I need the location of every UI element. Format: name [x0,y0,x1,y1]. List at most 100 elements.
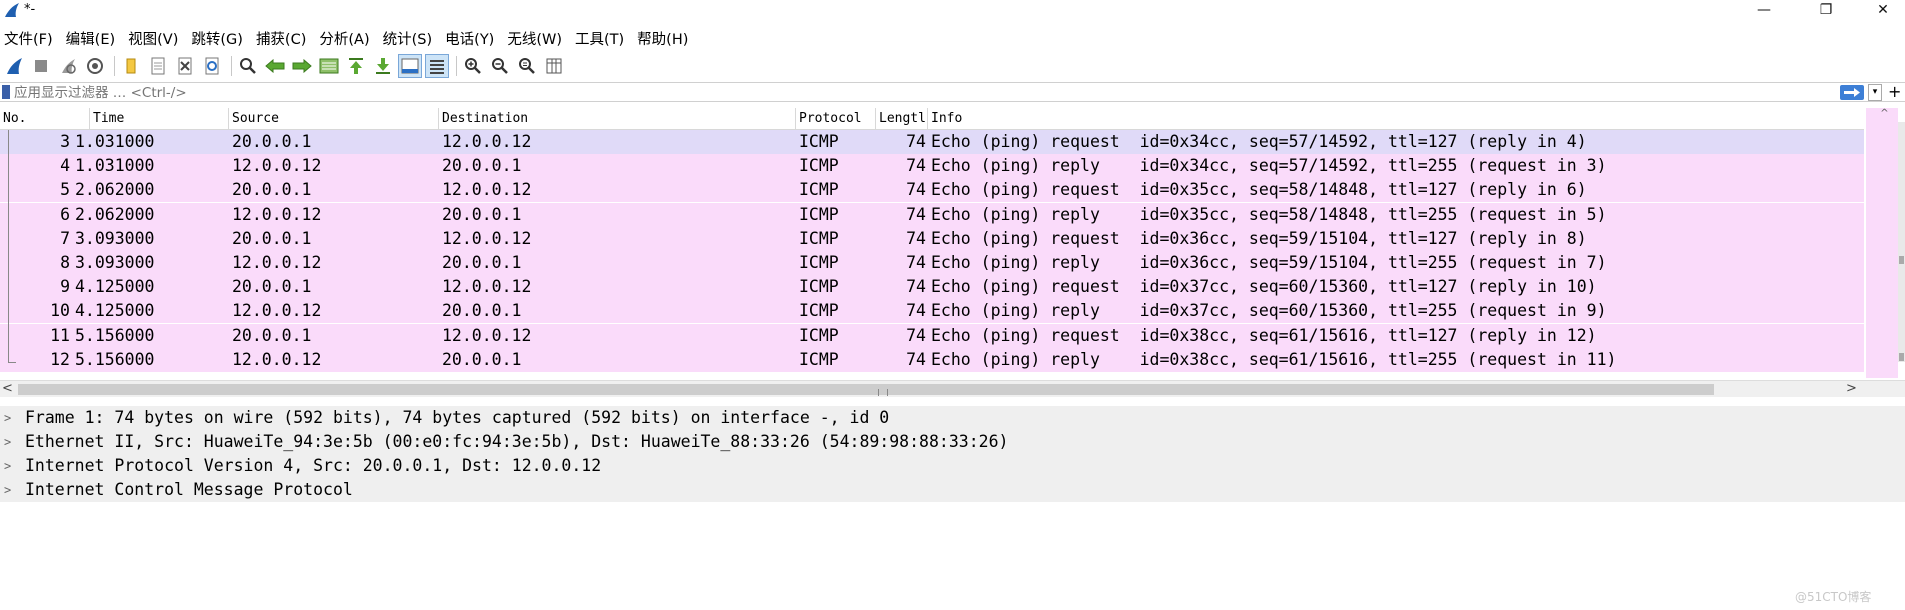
cell-source: 20.0.0.1 [232,277,312,297]
filter-history-dropdown[interactable]: ▾ [1868,84,1882,101]
packet-list-header: No. Time Source Destination Protocol Len… [0,108,1864,130]
zoom-out-button[interactable] [488,54,512,78]
go-last-button[interactable] [371,54,395,78]
colorize-button[interactable] [425,53,449,78]
minimize-button[interactable]: — [1741,0,1787,22]
go-first-button[interactable] [344,54,368,78]
column-header-info[interactable]: Info [928,108,1864,130]
scroll-left-arrow-icon[interactable]: < [2,381,13,396]
detail-row-ipv4[interactable]: > Internet Protocol Version 4, Src: 20.0… [0,454,1905,478]
open-file-icon [126,58,136,73]
menu-wireless[interactable]: 无线(W) [507,28,562,49]
menu-capture[interactable]: 捕获(C) [256,28,306,49]
add-filter-button[interactable]: + [1888,82,1901,101]
go-back-button[interactable] [263,54,287,78]
column-header-protocol[interactable]: Protocol [796,108,876,130]
packet-row[interactable]: 5 2.062000 20.0.0.1 12.0.0.12 ICMP 74 Echo (pi… [0,178,1864,203]
packet-row[interactable]: 8 3.093000 12.0.0.12 20.0.0.1 ICMP 74 Echo (pi… [0,251,1864,275]
column-header-time[interactable]: Time [90,108,229,130]
open-file-button[interactable] [119,54,143,78]
column-header-destination[interactable]: Destination [439,108,796,130]
menu-edit[interactable]: 编辑(E) [66,28,115,49]
cell-no: 10 [50,301,70,321]
horizontal-scroll-thumb[interactable] [18,384,1714,396]
cell-info: Echo (ping) reply id=0x37cc, seq=60/1536… [931,301,1607,321]
cell-no: 11 [50,325,70,345]
scroll-marker [1899,353,1904,361]
zoom-normal-button[interactable] [515,54,539,78]
cell-time: 4.125000 [75,277,155,297]
cell-source: 20.0.0.1 [232,228,312,248]
main-toolbar [0,52,1905,79]
packet-row[interactable]: 11 5.156000 20.0.0.1 12.0.0.12 ICMP 74 Echo (p… [0,323,1864,348]
packet-row[interactable]: 9 4.125000 20.0.0.1 12.0.0.12 ICMP 74 Echo (pi… [0,275,1864,300]
autoscroll-button[interactable] [398,53,422,78]
column-header-source[interactable]: Source [229,108,439,130]
packet-list-horizontal-scrollbar[interactable]: < > [0,380,1905,397]
packet-row[interactable]: 6 2.062000 12.0.0.12 20.0.0.1 ICMP 74 Echo (pi… [0,202,1864,227]
zoom-in-button[interactable] [461,54,485,78]
menu-tools[interactable]: 工具(T) [575,28,624,49]
save-file-icon [151,57,165,74]
cell-no: 6 [60,204,70,224]
restart-capture-button[interactable] [56,54,80,78]
expand-arrow-icon[interactable]: > [4,406,11,430]
packet-row[interactable]: 3 1.031000 20.0.0.1 12.0.0.12 ICMP 74 Echo (pi… [0,130,1864,154]
detail-text: Frame 1: 74 bytes on wire (592 bits), 74… [25,408,890,427]
menu-analyze[interactable]: 分析(A) [319,28,369,49]
cell-length: 74 [906,253,926,272]
conversation-bracket-end [8,362,16,363]
reload-file-button[interactable] [200,54,224,78]
column-header-no[interactable]: No. [0,108,90,130]
filter-bookmark-icon[interactable] [2,85,10,99]
menu-go[interactable]: 跳转(G) [191,28,243,49]
detail-row-icmp[interactable]: > Internet Control Message Protocol [0,478,1905,502]
expand-arrow-icon[interactable]: > [4,430,11,454]
cell-protocol: ICMP [799,156,839,176]
packet-row[interactable]: 10 4.125000 12.0.0.12 20.0.0.1 ICMP 74 Echo (p… [0,299,1864,324]
apply-filter-button[interactable] [1840,85,1864,100]
column-header-length[interactable]: Lengtl [876,108,928,130]
scroll-right-arrow-icon[interactable]: > [1846,381,1857,396]
reload-file-icon [205,57,219,74]
scroll-up-arrow-icon[interactable]: ^ [1864,108,1905,122]
detail-row-frame[interactable]: > Frame 1: 74 bytes on wire (592 bits), … [0,406,1905,430]
start-capture-button[interactable] [2,54,26,78]
packet-row[interactable]: 7 3.093000 20.0.0.1 12.0.0.12 ICMP 74 Echo (pi… [0,226,1864,251]
cell-destination: 20.0.0.1 [442,204,522,224]
scroll-minimap [1866,108,1898,378]
colorize-icon [430,59,444,74]
packet-row[interactable]: 4 1.031000 12.0.0.12 20.0.0.1 ICMP 74 Echo (pi… [0,154,1864,179]
cell-length: 74 [906,325,926,345]
go-forward-button[interactable] [290,54,314,78]
close-button[interactable]: ✕ [1860,0,1905,22]
menu-help[interactable]: 帮助(H) [637,28,688,49]
vertical-scroll-thumb[interactable] [1898,122,1905,362]
resize-columns-button[interactable] [542,54,566,78]
stop-capture-button[interactable] [29,54,53,78]
cell-length: 74 [906,132,926,151]
cell-length: 74 [906,301,926,321]
display-filter-input[interactable] [14,84,1834,101]
menu-view[interactable]: 视图(V) [128,28,178,49]
close-file-button[interactable] [173,54,197,78]
maximize-button[interactable]: ❐ [1803,0,1849,22]
cell-info: Echo (ping) request id=0x38cc, seq=61/15… [931,325,1597,345]
expand-arrow-icon[interactable]: > [4,454,11,478]
cell-length: 74 [906,349,926,369]
zoom-normal-icon [519,57,535,74]
toolbar-separator [231,55,232,76]
menu-statistics[interactable]: 统计(S) [383,28,433,49]
packet-list-vertical-scrollbar[interactable]: ^ [1864,108,1905,380]
capture-options-button[interactable] [83,54,107,78]
packet-row[interactable]: 12 5.156000 12.0.0.12 20.0.0.1 ICMP 74 Echo (p… [0,347,1864,372]
menu-telephony[interactable]: 电话(Y) [445,28,494,49]
expand-arrow-icon[interactable]: > [4,478,11,502]
find-packet-button[interactable] [236,54,260,78]
cell-protocol: ICMP [799,349,839,369]
go-to-packet-button[interactable] [317,54,341,78]
detail-row-ethernet[interactable]: > Ethernet II, Src: HuaweiTe_94:3e:5b (0… [0,430,1905,454]
save-file-button[interactable] [146,54,170,78]
menu-file[interactable]: 文件(F) [4,28,53,49]
cell-length: 74 [906,277,926,297]
